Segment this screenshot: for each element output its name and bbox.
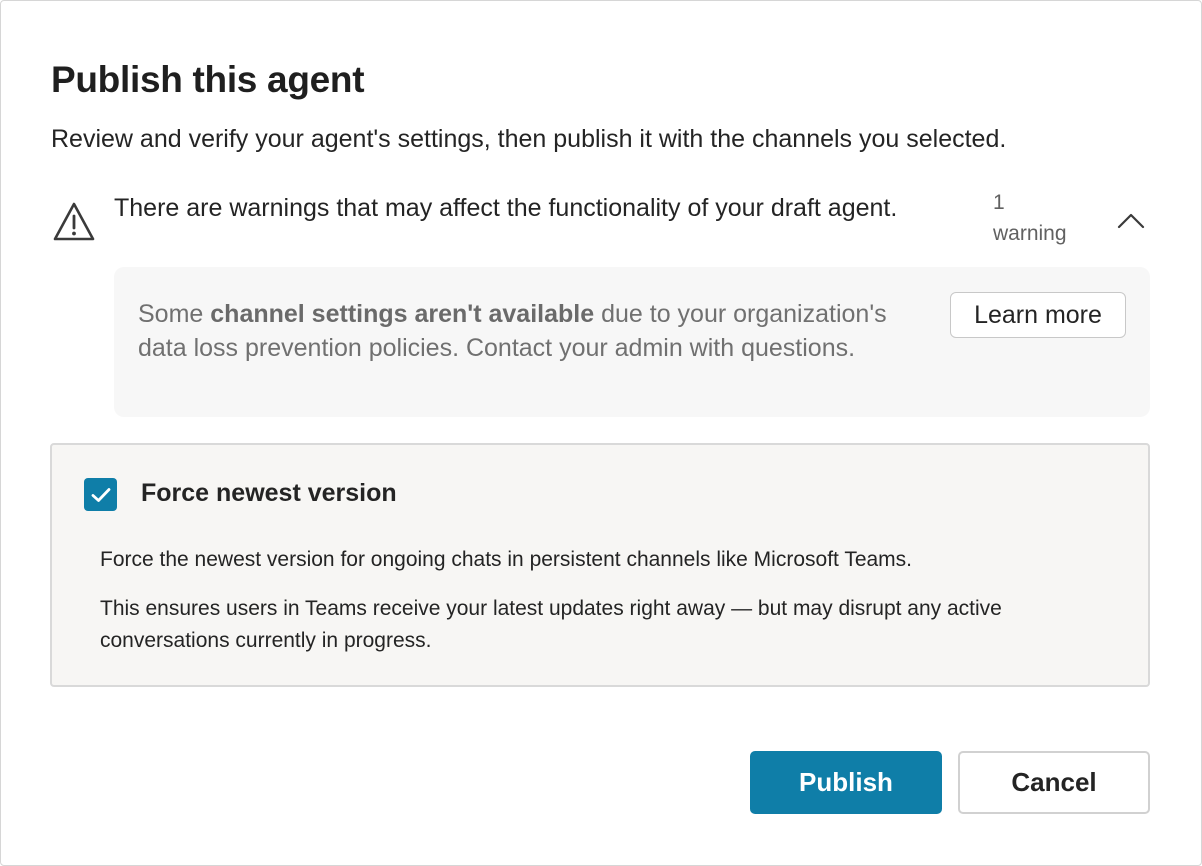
checkmark-icon	[91, 487, 110, 502]
publish-dialog: Publish this agent Review and verify you…	[0, 0, 1202, 866]
warning-count: 1 warning	[993, 187, 1103, 249]
force-newest-version-label[interactable]: Force newest version	[141, 479, 397, 508]
warning-count-number: 1	[993, 191, 1005, 214]
warning-detail-panel: Some channel settings aren't available d…	[114, 267, 1150, 417]
warning-triangle-icon	[53, 202, 95, 241]
warning-detail-prefix: Some	[138, 300, 211, 328]
learn-more-button[interactable]: Learn more	[950, 292, 1126, 338]
cancel-button[interactable]: Cancel	[958, 751, 1150, 814]
dialog-title: Publish this agent	[51, 59, 365, 100]
warning-detail-bold: channel settings aren't available	[210, 300, 595, 328]
warning-detail-text: Some channel settings aren't available d…	[138, 297, 938, 365]
force-newest-version-checkbox[interactable]	[84, 478, 117, 511]
collapse-warnings-button[interactable]	[1111, 201, 1151, 241]
force-newest-version-panel: Force newest version Force the newest ve…	[50, 443, 1150, 687]
chevron-up-icon	[1117, 213, 1145, 229]
publish-button[interactable]: Publish	[750, 751, 942, 814]
option-description-2: This ensures users in Teams receive your…	[100, 597, 1002, 652]
warning-count-label: warning	[993, 222, 1067, 245]
warning-message: There are warnings that may affect the f…	[114, 194, 898, 222]
option-description-1: Force the newest version for ongoing cha…	[100, 548, 913, 571]
dialog-subtitle: Review and verify your agent's settings,…	[51, 125, 1007, 153]
